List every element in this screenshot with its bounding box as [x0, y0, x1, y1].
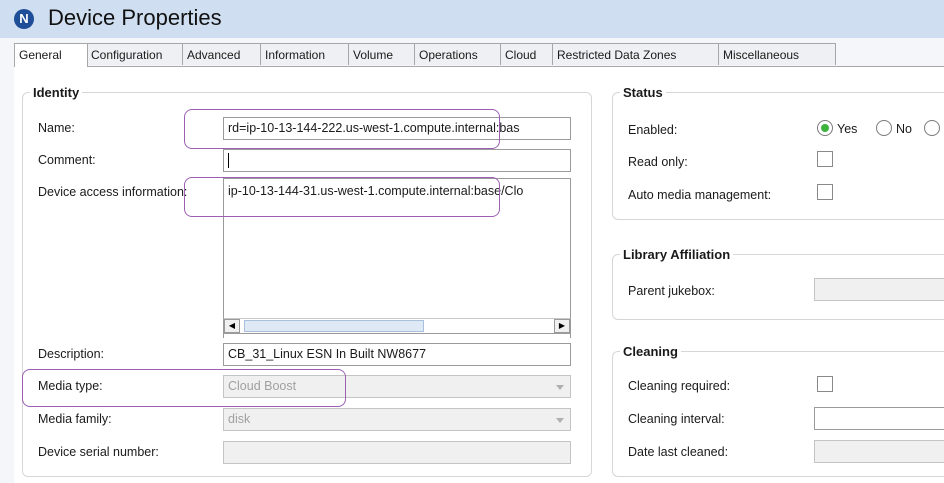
- enabled-service-radio[interactable]: [924, 120, 940, 136]
- tab-advanced[interactable]: Advanced: [182, 43, 262, 65]
- tab-configuration[interactable]: Configuration: [86, 43, 184, 65]
- comment-label: Comment:: [38, 153, 96, 167]
- description-field[interactable]: CB_31_Linux ESN In Built NW8677: [223, 343, 571, 366]
- parent-jukebox-label: Parent jukebox:: [628, 284, 715, 298]
- access-highlight-box: [184, 177, 500, 217]
- cleaning-group-title: Cleaning: [620, 344, 681, 359]
- chevron-down-icon: [556, 385, 564, 390]
- nw-logo-icon: N: [14, 9, 34, 29]
- chevron-down-icon: [556, 418, 564, 423]
- name-label: Name:: [38, 121, 75, 135]
- access-info-label: Device access information:: [38, 185, 188, 199]
- comment-field[interactable]: [223, 149, 571, 172]
- window-title: Device Properties: [48, 5, 222, 30]
- date-last-cleaned-field: [814, 440, 944, 463]
- media-type-highlight-box: [22, 369, 346, 407]
- enabled-yes-radio[interactable]: [817, 120, 833, 136]
- cleaning-interval-label: Cleaning interval:: [628, 412, 725, 426]
- tab-operations[interactable]: Operations: [414, 43, 502, 65]
- identity-group-title: Identity: [30, 85, 83, 100]
- parent-jukebox-field: [814, 278, 944, 301]
- tab-bar: General Configuration Advanced Informati…: [14, 43, 944, 67]
- enabled-no-radio[interactable]: [876, 120, 892, 136]
- tab-cloud[interactable]: Cloud: [500, 43, 554, 65]
- title-bar: N Device Properties: [0, 0, 944, 38]
- enabled-label: Enabled:: [628, 123, 678, 137]
- status-group-title: Status: [620, 85, 666, 100]
- horizontal-scrollbar[interactable]: ◀ ▶: [223, 318, 571, 334]
- scroll-right-icon[interactable]: ▶: [554, 319, 570, 333]
- serial-number-label: Device serial number:: [38, 445, 159, 459]
- serial-number-field: [223, 441, 571, 464]
- cleaning-interval-field[interactable]: [814, 407, 944, 430]
- cleaning-required-label: Cleaning required:: [628, 379, 731, 393]
- auto-media-label: Auto media management:: [628, 188, 772, 202]
- auto-media-checkbox[interactable]: [817, 184, 833, 200]
- scroll-left-icon[interactable]: ◀: [224, 319, 240, 333]
- enabled-yes-label: Yes: [837, 122, 858, 136]
- tab-information[interactable]: Information: [260, 43, 350, 65]
- read-only-checkbox[interactable]: [817, 151, 833, 167]
- cleaning-required-checkbox[interactable]: [817, 376, 833, 392]
- media-family-label: Media family:: [38, 412, 112, 426]
- media-family-value: disk: [228, 412, 251, 426]
- date-last-cleaned-label: Date last cleaned:: [628, 445, 729, 459]
- name-highlight-box: [184, 109, 500, 149]
- tab-miscellaneous[interactable]: Miscellaneous: [718, 43, 836, 65]
- description-label: Description:: [38, 347, 104, 361]
- read-only-label: Read only:: [628, 155, 688, 169]
- tab-content-general: Identity Name: rd=ip-10-13-144-222.us-we…: [14, 67, 944, 483]
- tab-restricted-data-zones[interactable]: Restricted Data Zones: [552, 43, 720, 65]
- text-cursor: [228, 153, 229, 169]
- library-affiliation-title: Library Affiliation: [620, 247, 734, 262]
- tab-general[interactable]: General: [14, 43, 88, 67]
- tab-volume[interactable]: Volume: [348, 43, 416, 65]
- enabled-no-label: No: [896, 122, 912, 136]
- media-family-select: disk: [223, 408, 571, 431]
- scroll-thumb[interactable]: [244, 320, 424, 332]
